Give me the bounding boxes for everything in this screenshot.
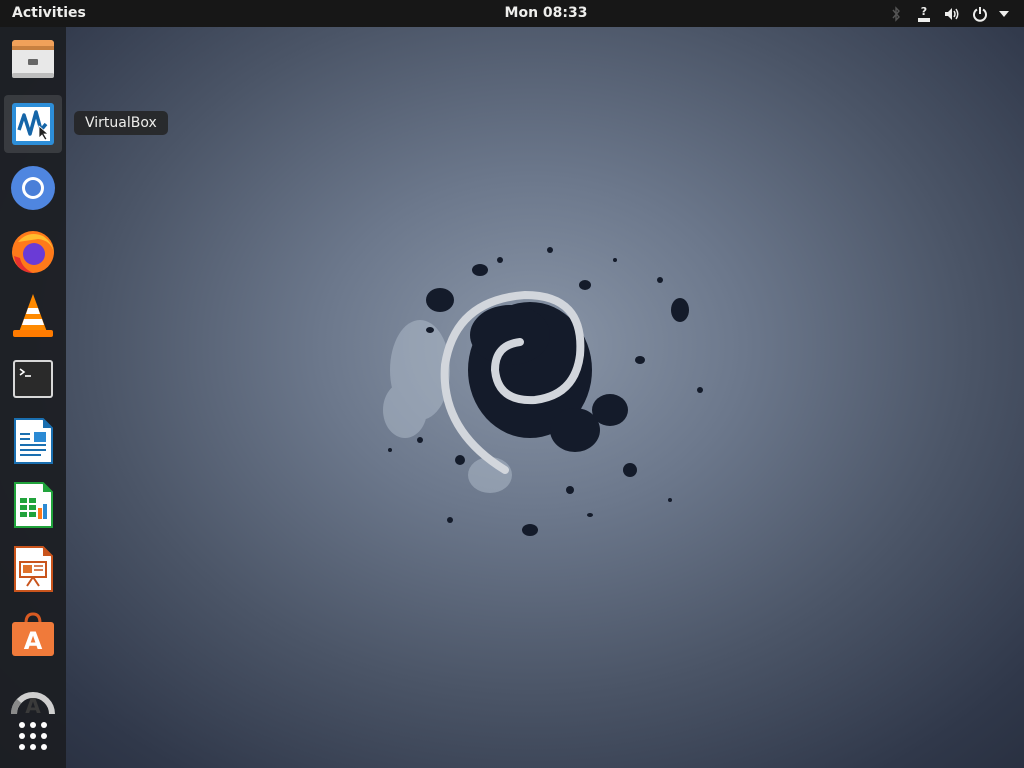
dock-item-firefox[interactable] bbox=[4, 222, 62, 280]
dock-item-libreoffice-writer[interactable] bbox=[4, 412, 62, 470]
dock-item-files[interactable] bbox=[4, 30, 62, 88]
software-bag-icon: A bbox=[12, 612, 54, 656]
dock-item-chromium[interactable] bbox=[4, 159, 62, 217]
calc-spreadsheet-icon bbox=[14, 482, 53, 528]
writer-document-icon bbox=[14, 418, 53, 464]
dock-item-libreoffice-calc[interactable] bbox=[4, 476, 62, 534]
dock-item-vlc[interactable] bbox=[4, 286, 62, 344]
top-bar: Activities Mon 08:33 ? bbox=[0, 0, 1024, 27]
debian-swirl-wallpaper bbox=[330, 220, 730, 574]
terminal-icon bbox=[13, 360, 53, 398]
dock-tooltip: VirtualBox bbox=[74, 111, 168, 135]
vlc-cone-icon bbox=[13, 294, 53, 337]
system-status-area[interactable]: ? bbox=[878, 4, 1010, 24]
impress-presentation-icon bbox=[14, 546, 53, 592]
dock-item-virtualbox[interactable] bbox=[4, 95, 62, 153]
dock-item-show-applications[interactable] bbox=[4, 707, 62, 765]
dock-item-terminal[interactable] bbox=[4, 350, 62, 408]
clock-label: Mon 08:33 bbox=[504, 5, 588, 21]
svg-text:A: A bbox=[24, 627, 43, 655]
dock-item-software[interactable]: A bbox=[4, 605, 62, 663]
svg-text:?: ? bbox=[921, 5, 927, 18]
volume-icon[interactable] bbox=[942, 4, 962, 24]
file-cabinet-icon bbox=[12, 40, 54, 78]
menu-arrow-icon[interactable] bbox=[998, 4, 1010, 24]
app-grid-icon bbox=[19, 722, 47, 750]
dock-item-libreoffice-impress[interactable] bbox=[4, 540, 62, 598]
power-icon[interactable] bbox=[970, 4, 990, 24]
firefox-icon bbox=[12, 231, 54, 273]
clock[interactable]: Mon 08:33 bbox=[0, 5, 1024, 22]
bluetooth-icon[interactable] bbox=[886, 4, 906, 24]
accessibility-icon[interactable]: ? bbox=[914, 4, 934, 24]
chromium-icon bbox=[11, 166, 55, 210]
dock: A A bbox=[0, 27, 66, 768]
virtualbox-icon bbox=[12, 103, 54, 145]
